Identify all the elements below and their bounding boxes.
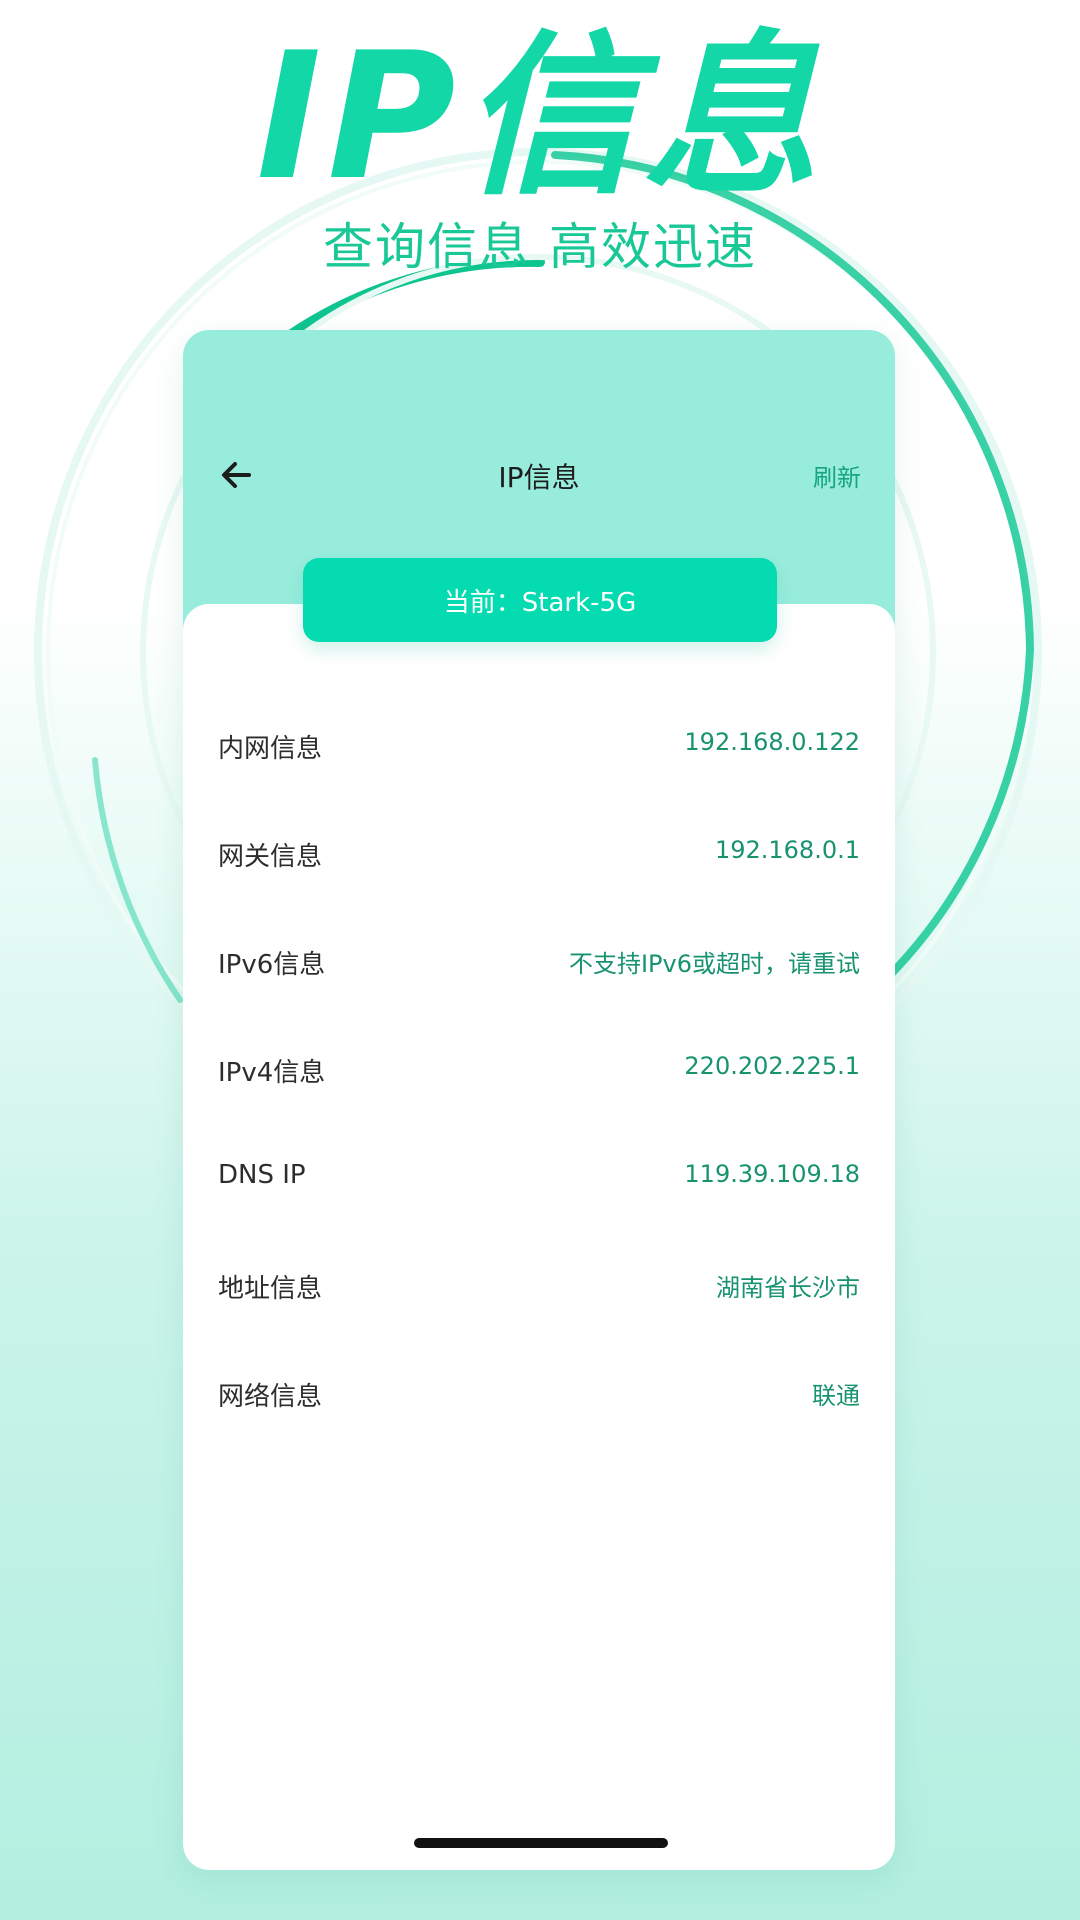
arrow-left-icon [222,462,251,488]
app-bar: IP信息 刷新 [183,440,895,520]
phone-screen: IP信息 刷新 当前：Stark-5G 内网信息 192.168.0.122 网… [183,330,895,1870]
info-row-network: 网络信息 联通 [183,1338,895,1446]
info-value: 192.168.0.122 [684,728,860,756]
info-label: DNS IP [218,1160,306,1190]
info-value: 192.168.0.1 [714,836,860,864]
info-value: 联通 [812,1382,860,1410]
info-row-gateway: 网关信息 192.168.0.1 [183,798,895,906]
info-row-ipv6: IPv6信息 不支持IPv6或超时，请重试 [183,906,895,1014]
info-list: 内网信息 192.168.0.122 网关信息 192.168.0.1 IPv6… [183,690,895,1446]
back-button[interactable] [211,450,261,500]
info-value: 119.39.109.18 [684,1160,860,1188]
info-row-ipv4: IPv4信息 220.202.225.1 [183,1014,895,1122]
hero-title: IP信息 [256,16,824,219]
home-indicator[interactable] [414,1838,668,1848]
info-row-dns: DNS IP 119.39.109.18 [183,1122,895,1230]
info-row-lan: 内网信息 192.168.0.122 [183,690,895,798]
current-network-badge: 当前：Stark-5G [303,558,777,642]
info-label: 网关信息 [218,842,323,872]
info-label: 网络信息 [218,1382,323,1412]
info-label: IPv6信息 [218,950,326,980]
page-title: IP信息 [498,461,580,494]
hero-subtitle: 查询信息 高效迅速 [323,218,757,276]
refresh-button[interactable]: 刷新 [813,458,861,493]
info-label: 地址信息 [218,1274,323,1304]
info-label: 内网信息 [218,734,323,764]
info-label: IPv4信息 [218,1058,326,1088]
info-value: 不支持IPv6或超时，请重试 [568,950,860,978]
info-value: 湖南省长沙市 [716,1274,860,1302]
info-row-address: 地址信息 湖南省长沙市 [183,1230,895,1338]
info-value: 220.202.225.1 [684,1052,860,1080]
